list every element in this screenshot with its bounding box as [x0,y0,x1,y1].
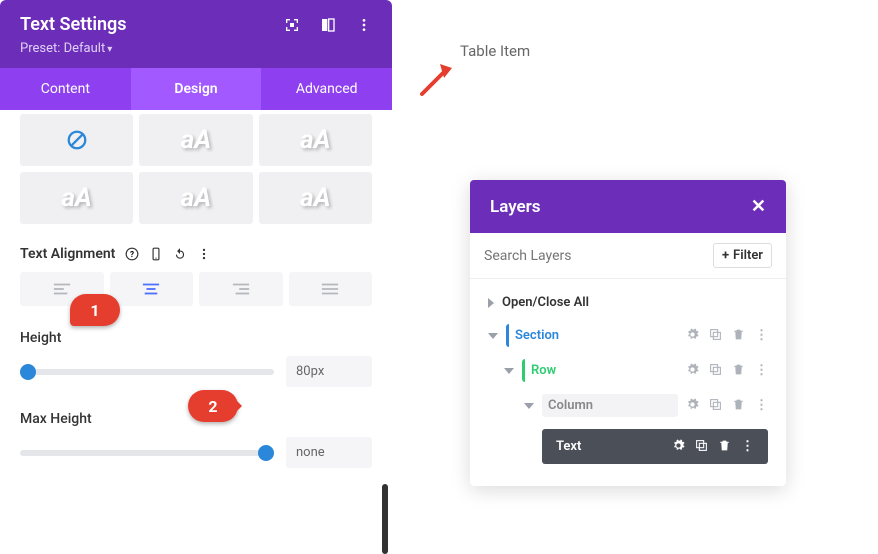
annotation-arrow [416,60,456,100]
more-icon[interactable]: ⋮ [755,363,768,378]
align-right-button[interactable] [199,272,283,306]
max-height-slider[interactable] [20,450,274,456]
triangle-down-icon [504,368,514,374]
svg-text:?: ? [130,249,134,259]
panel-header: Text Settings Preset: Default▾ [0,0,392,68]
close-icon[interactable]: ✕ [751,196,766,217]
text-alignment-label: Text Alignment [20,246,115,262]
layers-panel: Layers ✕ +Filter Open/Close All Section … [470,180,786,486]
column-icon[interactable] [320,17,336,33]
max-height-value[interactable]: none [286,437,372,468]
canvas-table-item[interactable]: Table Item [460,42,530,60]
preset-dropdown[interactable]: Preset: Default▾ [20,41,372,56]
filter-label: Filter [733,248,763,263]
style-option[interactable]: aA [139,114,252,166]
annotation-marker-1: 1 [70,294,120,326]
duplicate-icon[interactable] [709,398,722,411]
marker-2-text: 2 [208,397,217,416]
triangle-right-icon [488,298,494,308]
layers-search-input[interactable] [484,248,705,264]
align-center-button[interactable] [110,272,194,306]
style-option[interactable]: aA [20,172,133,224]
scrollbar[interactable] [382,484,388,554]
align-justify-button[interactable] [289,272,373,306]
trash-icon[interactable] [732,328,745,341]
layer-actions: ⋮ [686,398,768,413]
text-alignment-section: Text Alignment ? [20,246,372,262]
gear-icon[interactable] [686,398,699,411]
settings-tabs: Content Design Advanced [0,68,392,110]
trash-icon[interactable] [718,439,731,452]
more-icon[interactable]: ⋮ [755,398,768,413]
layer-text[interactable]: Text ⋮ [484,423,772,470]
gear-icon[interactable] [686,363,699,376]
layer-actions: ⋮ [686,328,768,343]
text-style-grid: aA aA aA aA aA [20,114,372,224]
style-option[interactable]: aA [259,172,372,224]
marker-1-text: 1 [90,301,99,320]
filter-button[interactable]: +Filter [713,243,772,268]
style-option[interactable]: aA [139,172,252,224]
triangle-down-icon [524,403,534,409]
layer-label: Section [506,324,678,347]
panel-title: Text Settings [20,14,127,35]
layer-actions: ⋮ [666,435,760,458]
tab-design[interactable]: Design [131,68,262,110]
trash-icon[interactable] [732,363,745,376]
layer-row[interactable]: Row ⋮ [484,353,772,388]
preset-label: Preset: Default [20,41,105,56]
layers-title: Layers [490,197,541,217]
more-icon[interactable]: ⋮ [755,328,768,343]
device-icon[interactable] [149,247,163,261]
layer-label: Text [550,435,658,458]
style-none[interactable] [20,114,133,166]
layer-label: Row [522,359,678,382]
trash-icon[interactable] [732,398,745,411]
style-option[interactable]: aA [259,114,372,166]
layers-search-row: +Filter [470,233,786,279]
help-icon[interactable]: ? [125,247,139,261]
duplicate-icon[interactable] [709,363,722,376]
more-icon[interactable] [197,247,211,261]
tab-content[interactable]: Content [0,68,131,110]
annotation-marker-2: 2 [188,390,238,422]
reset-icon[interactable] [173,247,187,261]
tab-advanced[interactable]: Advanced [261,68,392,110]
layers-body: Open/Close All Section ⋮ Row ⋮ [470,279,786,486]
height-label: Height [20,330,372,346]
panel-body: aA aA aA aA aA Text Alignment ? [0,114,392,488]
gear-icon[interactable] [686,328,699,341]
duplicate-icon[interactable] [709,328,722,341]
height-value[interactable]: 80px [286,356,372,387]
layer-column[interactable]: Column ⋮ [484,388,772,423]
gear-icon[interactable] [672,439,685,452]
duplicate-icon[interactable] [695,439,708,452]
triangle-down-icon [488,333,498,339]
more-icon[interactable] [356,17,372,33]
layer-label: Column [542,394,678,417]
expand-all-toggle[interactable]: Open/Close All [484,287,772,318]
more-icon[interactable]: ⋮ [741,439,754,454]
expand-all-label: Open/Close All [502,295,589,310]
layer-actions: ⋮ [686,363,768,378]
height-slider[interactable] [20,369,274,375]
layers-header: Layers ✕ [470,180,786,233]
layer-section[interactable]: Section ⋮ [484,318,772,353]
focus-icon[interactable] [284,17,300,33]
